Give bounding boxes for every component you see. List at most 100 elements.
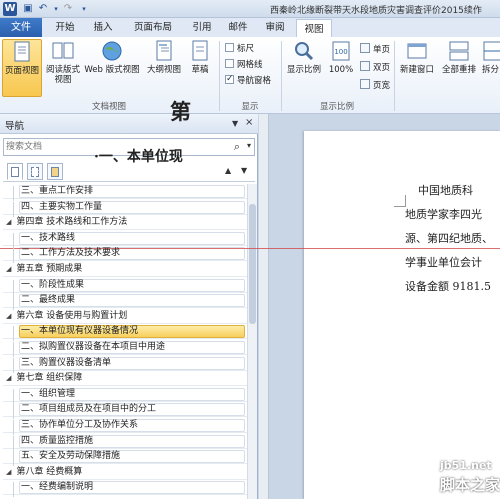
tab-references[interactable]: 引用 [186,18,218,37]
ruler-check-box[interactable] [225,43,234,52]
reading-label-1: 阅读版式 [45,65,80,75]
nav-section-item[interactable]: 一、组织管理 [3,387,247,402]
nav-section-item[interactable]: 一、经费编制说明 [3,480,247,496]
nav-section-item[interactable]: 三、购置仪器设备清单 [3,356,247,371]
ruler-label: 标尺 [237,44,255,54]
gridlines-checkbox[interactable]: 网格线 [225,59,263,71]
arrange-all-label: 全部重排 [441,65,476,75]
nav-title: 导航 [5,121,25,132]
nav-section-item[interactable]: 一、本单位现有仪器设备情况 [3,324,247,340]
nav-pane-check-box[interactable] [225,73,234,85]
collapse-triangle-icon[interactable]: ◢ [6,265,11,273]
tab-file[interactable]: 文件 [0,18,42,37]
nav-item-label: 二、拟购置仪器设备在本项目中用途 [3,342,165,352]
nav-scrollbar[interactable] [247,184,257,499]
tab-review[interactable]: 审阅 [258,18,292,37]
tab-mailings[interactable]: 邮件 [222,18,254,37]
doc-line-2: 地质学家李四光 [405,208,482,221]
nav-chapter-item[interactable]: ◢ 第五章 预期成果 [3,262,247,277]
tab-insert[interactable]: 插入 [86,18,120,37]
nav-chapter-wrap: ◢ 第七章 组织保障 [3,373,82,383]
one-page-button[interactable]: 单页 [360,43,390,56]
nav-section-item[interactable]: 四、质量监控措施 [3,434,247,449]
heading-list: 三、重点工作安排 四、主要实物工作量 ◢ 第四章 技术路线和工作方法 一、技术路线 二、工… [3,184,247,499]
nav-item-label: 四、主要实物工作量 [3,202,102,212]
web-layout-label: Web 版式视图 [84,65,140,75]
ribbon-tabs: 文件 开始 插入 页面布局 引用 邮件 审阅 视图 [0,18,500,37]
page-width-label: 页宽 [373,81,391,91]
nav-section-item[interactable]: 四、主要实物工作量 [3,200,247,215]
nav-section-item[interactable]: 二、最终成果 [3,293,247,309]
nav-section-item[interactable]: 二、拟购置仪器设备在本项目中用途 [3,340,247,355]
globe-icon [102,41,122,61]
nav-section-item[interactable]: 五、安全及劳动保障措施 [3,449,247,465]
new-window-button[interactable]: 新建窗口 [397,39,437,97]
print-layout-icon [14,41,30,62]
tab-browse-headings[interactable] [7,163,23,180]
search-icon[interactable]: ⌕ [234,140,240,154]
web-layout-button[interactable]: Web 版式视图 [82,39,142,97]
collapse-triangle-icon[interactable]: ◢ [6,374,11,382]
split-button[interactable]: 拆分 [481,39,500,97]
nav-section-item[interactable]: 一、阶段性成果 [3,278,247,293]
nav-item-label: 二、项目组成员及在项目中的分工 [3,404,156,414]
doc-line-3: 源、第四纪地质、 [405,232,493,245]
nav-section-item[interactable]: 二、项目组成员及在项目中的分工 [3,402,247,418]
collapse-triangle-icon[interactable]: ◢ [6,468,11,476]
nav-options-dropdown[interactable]: ▼ [232,119,238,128]
tab-browse-pages[interactable] [27,163,43,180]
outline-view-button[interactable]: 大纲视图 [144,39,184,97]
doc-line-5: 设备金额 9181.5 [405,280,491,293]
tab-home[interactable]: 开始 [47,18,83,37]
one-page-icon [360,43,370,53]
doc-line-4: 学事业单位会计 [405,256,482,269]
save-icon[interactable]: ▣ [22,3,34,15]
headings-icon [11,167,19,177]
nav-chapter-item[interactable]: ◢ 第八章 经费概算 [3,465,247,480]
draft-view-button[interactable]: 草稿 [186,39,214,97]
ruler-checkbox[interactable]: 标尺 [225,43,254,55]
nav-chapter-wrap: ◢ 第八章 经费概算 [3,467,82,477]
customize-qat-icon[interactable]: ▾ [78,3,90,15]
undo-dropdown-icon[interactable]: ▾ [50,3,62,15]
gridlines-check-box[interactable] [225,59,234,68]
tab-view[interactable]: 视图 [296,19,332,37]
two-pages-button[interactable]: 双页 [360,61,390,74]
word-app-icon[interactable]: W [3,2,17,16]
collapse-triangle-icon[interactable]: ◢ [6,312,11,320]
arrange-all-button[interactable]: 全部重排 [439,39,479,97]
nav-chapter-item[interactable]: ◢ 第七章 组织保障 [3,371,247,387]
nav-scrollbar-thumb[interactable] [249,204,256,324]
search-options-icon[interactable]: ▾ [247,141,251,150]
nav-section-item[interactable]: 三、重点工作安排 [3,184,247,199]
nav-item-label: 二、最终成果 [3,295,75,305]
nav-chapter-wrap: ◢ 第四章 技术路线和工作方法 [3,217,127,227]
nav-item-label: 三、购置仪器设备清单 [3,358,111,368]
nav-close-button[interactable]: × [245,117,253,128]
nav-pane-checkbox[interactable]: 导航窗格 [225,73,271,87]
group-separator [394,41,395,111]
collapse-triangle-icon[interactable]: ◢ [6,218,11,226]
nav-item-label: 三、协作单位分工及协作关系 [3,420,138,430]
nav-chapter-item[interactable]: ◢ 第六章 设备使用与购置计划 [3,309,247,324]
nav-section-item[interactable]: 一、技术路线 [3,231,247,246]
print-layout-button[interactable]: 页面视图 [2,39,42,97]
redo-icon[interactable]: ↷ [62,3,74,15]
tab-browse-results[interactable] [47,163,63,180]
undo-icon[interactable]: ↶ [37,3,49,15]
next-heading-button[interactable]: ▼ [241,166,247,175]
nav-item-label: 四、质量监控措施 [3,436,93,446]
nav-item-label: 五、安全及劳动保障措施 [3,451,120,461]
zoom-button[interactable]: 显示比例 [284,39,324,97]
watermark-name: 脚本之家 [440,476,500,494]
zoom-100-button[interactable]: 100 100% [326,39,356,97]
page-width-button[interactable]: 页宽 [360,79,390,92]
watermark-site: jb51.net [440,459,492,472]
chapter-heading: 第 [170,99,191,124]
nav-section-item[interactable]: 三、协作单位分工及协作关系 [3,418,247,433]
previous-heading-button[interactable]: ▲ [225,166,231,175]
tab-page-layout[interactable]: 页面布局 [124,18,182,37]
draft-label: 草稿 [191,65,209,75]
full-screen-reading-button[interactable]: 阅读版式 视图 [44,39,82,97]
nav-chapter-item[interactable]: ◢ 第四章 技术路线和工作方法 [3,215,247,231]
